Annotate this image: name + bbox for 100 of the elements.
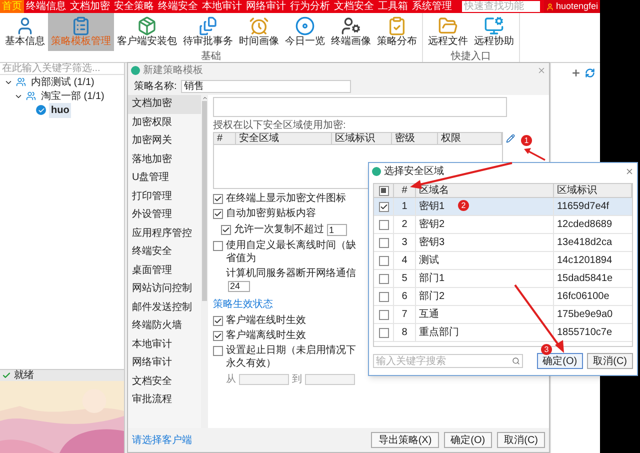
dialog-button[interactable]: 导出策略(X) <box>371 432 439 448</box>
nav-item[interactable]: 网站访问控制 <box>128 280 201 298</box>
close-icon[interactable] <box>537 66 546 74</box>
nav-item[interactable]: 审批流程 <box>128 391 201 410</box>
option-label: 使用自定义最长离线时间（缺省值为 <box>226 239 357 265</box>
dialog-button[interactable]: 取消(C) <box>497 432 545 448</box>
menu-item[interactable]: 终端安全 <box>156 0 200 13</box>
nav-item[interactable]: 终端安全 <box>128 243 201 262</box>
tree-item[interactable]: huo <box>49 102 72 118</box>
column-header[interactable]: 密级 <box>392 133 438 144</box>
pencil-icon[interactable] <box>506 134 515 143</box>
users-icon <box>26 91 36 101</box>
checkbox[interactable] <box>378 274 388 284</box>
menu-item[interactable]: 工具箱 <box>376 0 410 13</box>
checkbox[interactable] <box>213 316 223 326</box>
option-label: 客户端在线时生效 <box>226 314 306 327</box>
checkbox[interactable] <box>213 241 223 251</box>
users-icon <box>16 77 26 87</box>
dialog-button[interactable]: 确定(O) <box>444 432 492 448</box>
nav-item[interactable]: 加密权限 <box>128 114 201 132</box>
table-row[interactable]: 8 重点部门 1855710c7e <box>374 324 632 342</box>
nav-item[interactable]: U盘管理 <box>128 169 201 188</box>
checkbox[interactable] <box>378 220 388 230</box>
checkbox[interactable] <box>213 209 223 219</box>
table-row[interactable]: 2 密钥2 12cded8689 <box>374 216 632 234</box>
menu-item[interactable]: 安全策略 <box>112 0 156 13</box>
scroll-up-icon[interactable] <box>202 95 208 101</box>
name-field[interactable]: 销售 <box>180 80 351 92</box>
ribbon-button[interactable]: 策略分布 <box>374 13 420 51</box>
ribbon-button[interactable]: 今日一览 <box>282 13 328 51</box>
column-header[interactable]: 区域标识 <box>332 133 392 144</box>
menu-item[interactable]: 行为分析 <box>288 0 332 13</box>
menu-item[interactable]: 文档加密 <box>68 0 112 13</box>
nav-item[interactable]: 桌面管理 <box>128 262 201 280</box>
checkbox[interactable] <box>378 202 388 212</box>
checkbox[interactable] <box>213 346 223 356</box>
column-header[interactable]: 区域标识 <box>554 184 632 197</box>
nav-item[interactable]: 邮件发送控制 <box>128 298 201 317</box>
clock-icon <box>249 16 269 36</box>
add-icon[interactable] <box>571 68 581 78</box>
table-row[interactable]: 3 密钥3 13e418d2ca <box>374 234 632 252</box>
checkbox[interactable] <box>378 186 388 196</box>
nav-item[interactable]: 外设管理 <box>128 206 201 224</box>
check-badge-icon <box>36 105 46 115</box>
table-cell-text: 14c1201894 <box>556 254 614 268</box>
option-label: 客户端离线时生效 <box>226 329 306 342</box>
checkbox[interactable] <box>213 194 223 204</box>
search-field[interactable]: 输入关键字搜索 <box>373 354 523 368</box>
status-text: 就绪 <box>14 368 34 383</box>
tree-item[interactable]: 内部测试 (1/1) <box>29 74 96 90</box>
nav-item[interactable]: 终端防火墙 <box>128 317 201 336</box>
checkbox[interactable] <box>213 331 223 341</box>
menu-item[interactable]: 本地审计 <box>200 0 244 13</box>
number-spinner[interactable]: 1 <box>327 224 347 236</box>
user-menu[interactable]: huotengfei <box>544 0 600 13</box>
checkbox[interactable] <box>378 328 388 338</box>
ribbon-button[interactable]: 基本信息 <box>2 13 48 51</box>
hours-field[interactable]: 24 <box>228 281 250 292</box>
nav-item[interactable]: 落地加密 <box>128 150 201 169</box>
nav-item[interactable]: 加密网关 <box>128 132 201 150</box>
nav-item[interactable]: 文档加密 <box>128 95 201 114</box>
clipboard-icon <box>71 16 91 36</box>
refresh-icon[interactable] <box>585 68 595 78</box>
ribbon-button[interactable]: 时间画像 <box>236 13 282 51</box>
table-row[interactable]: 5 部门1 15dad5841e <box>374 270 632 288</box>
nav-item[interactable]: 文档安全 <box>128 372 201 391</box>
group-label: 快捷入口 <box>450 51 492 62</box>
search-icon[interactable] <box>512 357 520 365</box>
checkbox[interactable] <box>378 292 388 302</box>
ribbon-button[interactable]: 远程文件 <box>425 13 471 51</box>
checkbox[interactable] <box>378 238 388 248</box>
nav-item[interactable]: 打印管理 <box>128 188 201 206</box>
close-icon[interactable] <box>625 166 634 176</box>
checkbox[interactable] <box>378 256 388 266</box>
scrollbar[interactable] <box>201 95 208 428</box>
column-header[interactable]: # <box>214 133 236 144</box>
search-field[interactable]: 快速查找功能 <box>462 1 540 12</box>
menu-item[interactable]: 文档安全 <box>332 0 376 13</box>
menu-item[interactable]: 终端信息 <box>24 0 68 13</box>
ribbon-button[interactable]: 待审批事务 <box>180 13 236 51</box>
checkbox[interactable] <box>221 224 231 234</box>
table-row[interactable]: 6 部门2 16fc06100e <box>374 288 632 306</box>
dialog-button[interactable]: 取消(C) <box>587 353 633 369</box>
column-header[interactable]: 权限 <box>438 133 502 144</box>
nav-item[interactable]: 应用程序管控 <box>128 224 201 243</box>
select-client-link[interactable]: 请选择客户端 <box>132 432 192 448</box>
checkbox[interactable] <box>378 310 388 320</box>
table-row[interactable]: 7 互通 175be9e9a0 <box>374 306 632 324</box>
table-row[interactable]: 4 测试 14c1201894 <box>374 252 632 270</box>
table-cell-text: 13e418d2ca <box>556 236 614 250</box>
nav-item[interactable]: 本地审计 <box>128 336 201 354</box>
nav-item[interactable]: 网络审计 <box>128 354 201 372</box>
ribbon-button[interactable]: 客户端安装包 <box>114 13 180 51</box>
tree-item[interactable]: 淘宝一部 (1/1) <box>39 88 106 104</box>
dialog-button[interactable]: 确定(O) <box>536 353 584 369</box>
column-header[interactable]: 安全区域 <box>236 133 332 144</box>
menu-item[interactable]: 网络审计 <box>244 0 288 13</box>
menu-item[interactable]: 系统管理 <box>410 0 454 13</box>
ribbon-button[interactable]: 远程协助 <box>471 13 517 51</box>
ribbon-button[interactable]: 终端画像 <box>328 13 374 51</box>
